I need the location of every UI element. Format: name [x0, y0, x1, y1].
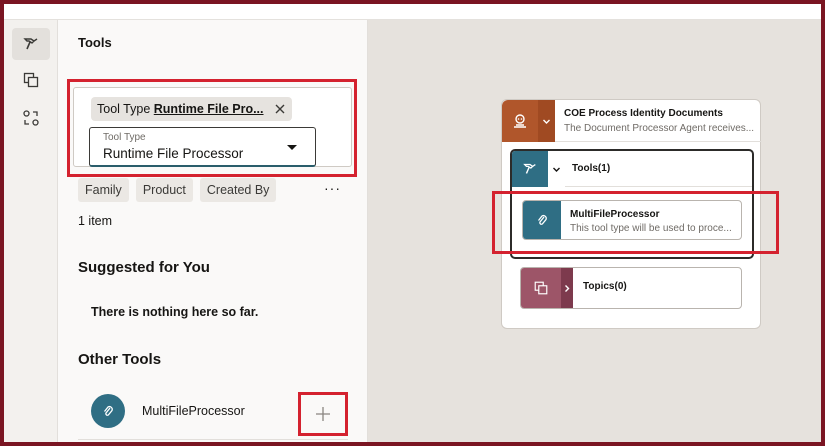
tool-type-select-label: Tool Type [103, 132, 146, 143]
topics-group-icon [521, 268, 561, 308]
rail-topics-button[interactable] [12, 64, 50, 96]
facet-family[interactable]: Family [78, 178, 129, 202]
tool-card-description: This tool type will be used to proce... [570, 223, 732, 234]
agent-badge-icon [514, 114, 526, 128]
copy-stack-icon [23, 72, 39, 88]
list-item[interactable]: MultiFileProcessor [78, 392, 348, 438]
other-tools-heading: Other Tools [78, 351, 162, 368]
paperclip-icon [103, 405, 113, 416]
agent-card[interactable]: COE Process Identity Documents The Docum… [501, 99, 762, 329]
chevron-down-icon [553, 167, 560, 172]
tool-card-icon [523, 201, 561, 239]
paperclip-icon [537, 214, 547, 225]
close-icon[interactable] [273, 102, 287, 116]
agent-description: The Document Processor Agent receives... [564, 123, 755, 134]
plus-icon [316, 407, 330, 421]
agent-icon [502, 100, 538, 142]
rail-tools-button[interactable] [12, 28, 50, 60]
tool-card-name: MultiFileProcessor [570, 209, 660, 220]
tools-group-expand-button[interactable] [548, 151, 565, 187]
facet-filters: Family Product Created By [78, 178, 277, 202]
chevron-right-icon [565, 284, 570, 292]
tools-group-label: Tools(1) [572, 163, 611, 174]
chevron-down-icon [543, 119, 550, 124]
empty-state-text: There is nothing here so far. [91, 305, 259, 319]
filter-chip[interactable]: Tool Type Runtime File Pro... [91, 97, 292, 121]
copy-stack-icon [534, 281, 548, 295]
tool-type-select[interactable]: Tool Type Runtime File Processor [89, 127, 316, 167]
result-count: 1 item [78, 214, 113, 228]
hammer-icon [523, 163, 536, 174]
tools-group-icon [512, 151, 548, 187]
tools-panel: Tools Tool Type Runtime File Pro... Tool… [58, 20, 368, 442]
more-options-button[interactable]: ··· [324, 180, 341, 196]
connect-nodes-icon [23, 110, 39, 126]
filter-chip-value: Runtime File Pro... [153, 102, 264, 116]
tool-card[interactable]: MultiFileProcessor This tool type will b… [522, 200, 742, 240]
agent-header: COE Process Identity Documents The Docum… [502, 100, 762, 142]
add-tool-button[interactable] [298, 392, 348, 436]
hammer-icon [23, 38, 38, 50]
rail-connections-button[interactable] [12, 102, 50, 134]
tools-group-header: Tools(1) [512, 151, 752, 187]
topics-group[interactable]: Topics(0) [520, 267, 742, 309]
tool-avatar [91, 394, 125, 428]
suggested-heading: Suggested for You [78, 259, 210, 276]
divider [78, 439, 348, 440]
facet-product[interactable]: Product [135, 178, 193, 202]
design-canvas[interactable]: COE Process Identity Documents The Docum… [368, 20, 821, 442]
top-bar [4, 4, 821, 20]
panel-title: Tools [78, 35, 112, 50]
facet-created-by[interactable]: Created By [199, 178, 277, 202]
tool-type-select-value: Runtime File Processor [103, 146, 244, 161]
filter-box: Tool Type Runtime File Pro... Tool Type … [73, 87, 352, 167]
app-window: Tools Tool Type Runtime File Pro... Tool… [4, 4, 821, 442]
icon-rail [4, 20, 58, 442]
chevron-down-icon [287, 145, 297, 150]
tools-group[interactable]: Tools(1) MultiFileProcessor This tool ty… [510, 149, 754, 259]
filter-chip-prefix: Tool Type [97, 102, 154, 116]
agent-expand-button[interactable] [538, 100, 555, 142]
tool-name: MultiFileProcessor [142, 404, 245, 418]
topics-expand-button[interactable] [561, 268, 573, 308]
agent-name: COE Process Identity Documents [564, 108, 723, 119]
topics-group-label: Topics(0) [583, 281, 627, 292]
